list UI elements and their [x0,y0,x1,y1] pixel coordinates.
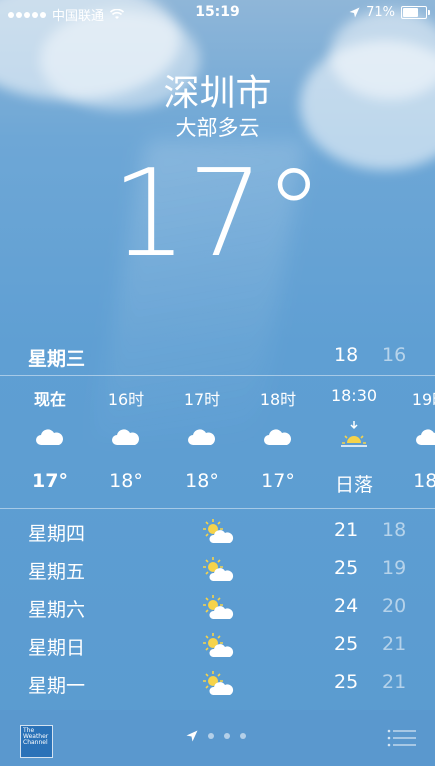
partly-cloudy-icon [203,633,234,657]
divider [0,508,435,509]
bottom-toolbar: The Weather Channel [0,710,435,766]
partly-cloudy-icon [203,557,234,581]
daily-low: 21 [382,671,407,693]
page-dot [224,733,230,739]
daily-day: 星期一 [28,675,86,697]
city-name: 深圳市 [163,73,272,114]
hourly-time: 18:30 [330,386,378,405]
battery-percent: 71% [366,5,395,20]
partly-cloudy-icon [203,671,234,695]
hourly-time: 17时 [183,390,221,409]
cloud-icon [112,429,139,445]
hourly-temp: 18° [185,470,219,492]
daily-high: 25 [334,557,359,579]
daily-day: 星期四 [28,523,86,545]
cloud-icon [264,429,291,445]
page-indicator[interactable] [186,730,246,742]
daily-row: 星期一 25 21 [0,664,435,702]
hourly-time: 16时 [107,390,145,409]
hourly-time: 19时 [411,390,435,409]
hourly-temp: 18° [109,470,143,492]
daily-row: 星期四 21 18 [0,512,435,550]
daily-high: 25 [334,633,359,655]
hourly-temp: 17° [261,470,295,492]
weather-condition: 大部多云 [175,116,260,140]
daily-low: 18 [382,519,407,541]
today-high: 18 [334,344,359,366]
hourly-temp: 17° [32,470,68,492]
today-row: 星期三 18 16 [0,340,435,372]
hourly-time: 18时 [259,390,297,409]
daily-row: 星期日 25 21 [0,626,435,664]
daily-day: 星期六 [28,599,86,621]
page-dot [208,733,214,739]
daily-day: 星期日 [28,637,86,659]
hourly-forecast[interactable]: 现在 17° 16时 18° 17时 18° 18时 17° 18:30 日落 … [0,377,435,507]
status-bar: 中国联通 15:19 71% [0,0,435,26]
current-temperature: 17° [111,145,324,284]
daily-low: 20 [382,595,407,617]
location-arrow-icon [186,730,198,742]
hourly-temp: 18° [413,470,435,492]
daily-low: 21 [382,633,407,655]
page-dot [240,733,246,739]
today-day: 星期三 [28,348,86,370]
cloud-icon [416,429,435,445]
battery-icon [401,6,430,19]
cloud-icon [188,429,215,445]
weather-channel-logo[interactable]: The Weather Channel [20,725,53,758]
cloud-icon [36,429,63,445]
location-arrow-icon [349,7,360,18]
daily-high: 21 [334,519,359,541]
hourly-label: 日落 [334,474,373,496]
daily-row: 星期五 25 19 [0,550,435,588]
hourly-time: 现在 [33,390,66,409]
daily-low: 19 [382,557,407,579]
sunset-icon [341,421,367,447]
city-list-icon[interactable] [387,728,417,748]
daily-high: 25 [334,671,359,693]
today-low: 16 [382,344,407,366]
daily-row: 星期六 24 20 [0,588,435,626]
daily-day: 星期五 [28,561,86,583]
divider [0,375,435,376]
partly-cloudy-icon [203,519,234,543]
daily-high: 24 [334,595,359,617]
partly-cloudy-icon [203,595,234,619]
